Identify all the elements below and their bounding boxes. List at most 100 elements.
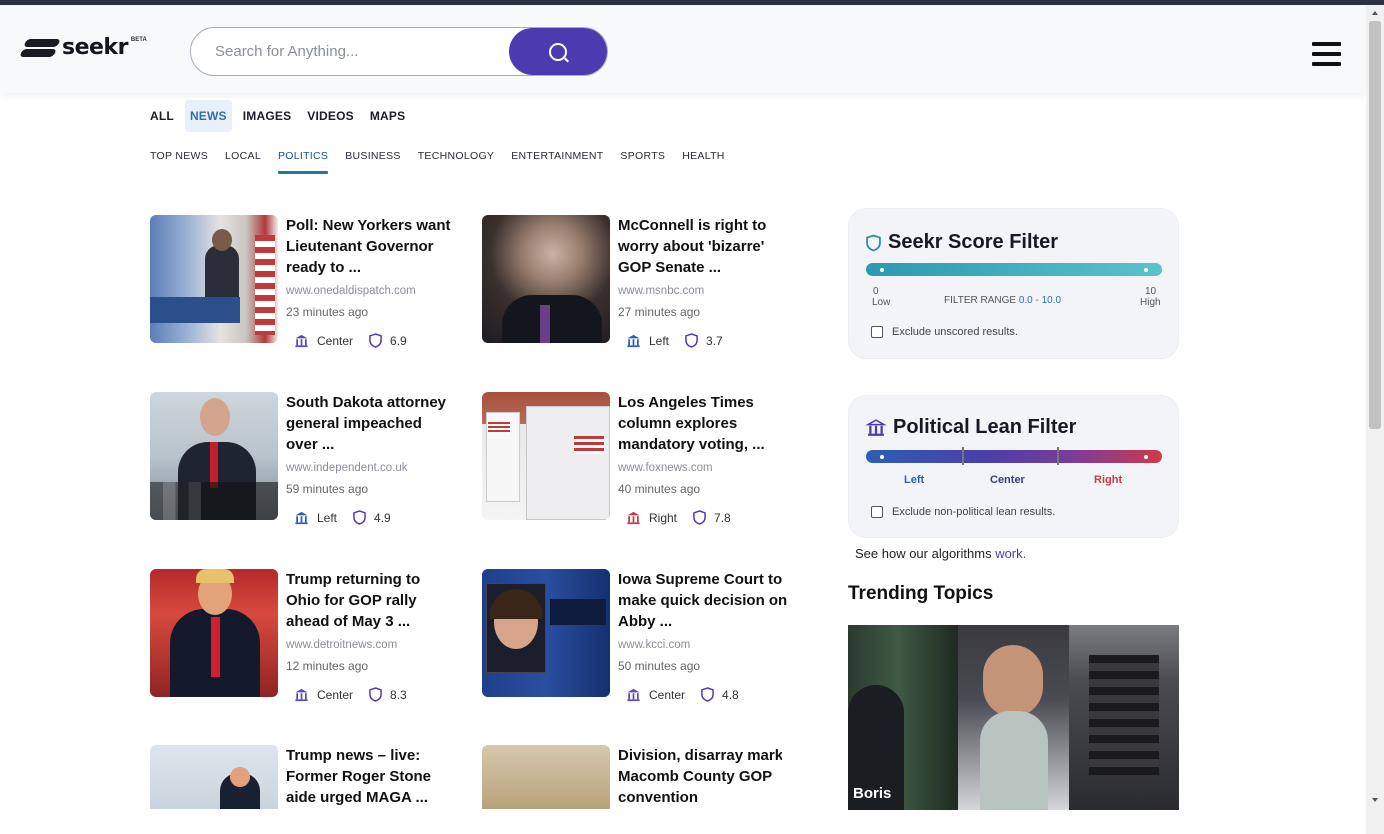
score-value: 4.8 xyxy=(722,687,739,702)
search-button[interactable] xyxy=(509,28,607,75)
article-thumbnail[interactable] xyxy=(482,392,610,520)
slider-handle-min[interactable] xyxy=(880,267,884,272)
news-card[interactable]: Division, disarray mark Macomb County GO… xyxy=(482,745,782,809)
bank-icon xyxy=(627,334,640,347)
trending-topics-carousel[interactable]: Boris xyxy=(848,625,1179,810)
logo-text: seekr xyxy=(62,35,128,60)
score-value: 8.3 xyxy=(390,687,407,702)
tab-images[interactable]: IMAGES xyxy=(238,100,297,132)
article-title[interactable]: Trump returning to Ohio for GOP rally ah… xyxy=(286,569,456,632)
article-thumbnail[interactable] xyxy=(482,569,610,697)
bank-icon xyxy=(295,511,308,524)
scroll-up-icon[interactable] xyxy=(1372,11,1378,15)
article-time: 12 minutes ago xyxy=(286,659,369,673)
lean-left-label: Left xyxy=(904,474,925,486)
shield-icon xyxy=(866,234,881,251)
news-card[interactable]: Iowa Supreme Court to make quick decisio… xyxy=(482,569,787,709)
shield-icon xyxy=(685,333,698,348)
bank-icon xyxy=(627,511,640,524)
subtab-entertainment[interactable]: ENTERTAINMENT xyxy=(511,150,603,174)
article-thumbnail[interactable] xyxy=(150,569,278,697)
article-source: www.msnbc.com xyxy=(618,285,705,297)
news-card[interactable]: Trump returning to Ohio for GOP rally ah… xyxy=(150,569,450,709)
trending-topic-card[interactable] xyxy=(1069,625,1179,810)
article-time: 23 minutes ago xyxy=(286,305,369,319)
news-card[interactable]: South Dakota attorney general impeached … xyxy=(150,392,450,532)
beta-badge: BETA xyxy=(130,37,147,43)
article-thumbnail[interactable] xyxy=(482,745,610,809)
scrollbar-thumb[interactable] xyxy=(1369,21,1381,429)
subtab-local[interactable]: LOCAL xyxy=(225,150,261,174)
slider-handle-min[interactable] xyxy=(880,454,884,459)
slider-handle-max[interactable] xyxy=(1144,454,1148,459)
score-range-slider[interactable] xyxy=(866,263,1162,276)
trending-topic-card[interactable]: Boris xyxy=(848,625,958,810)
shield-icon xyxy=(369,333,382,348)
article-thumbnail[interactable] xyxy=(150,745,278,809)
article-source: www.foxnews.com xyxy=(618,462,713,474)
news-card[interactable]: McConnell is right to worry about 'bizar… xyxy=(482,215,782,355)
lean-right-label: Right xyxy=(1094,474,1123,486)
subtab-top-news[interactable]: TOP NEWS xyxy=(150,150,208,174)
article-thumbnail[interactable] xyxy=(482,215,610,343)
lean-range-slider[interactable] xyxy=(866,447,1162,465)
subtab-business[interactable]: BUSINESS xyxy=(345,150,401,174)
tab-maps[interactable]: MAPS xyxy=(365,100,410,132)
article-thumbnail[interactable] xyxy=(150,215,278,343)
seekr-score-filter-panel: Seekr Score Filter 0 Low FILTER RANGE 0.… xyxy=(848,208,1179,359)
score-min-label: Low xyxy=(872,297,891,308)
search-input[interactable] xyxy=(215,28,515,75)
article-title[interactable]: Iowa Supreme Court to make quick decisio… xyxy=(618,569,788,632)
news-card[interactable]: Los Angeles Times column explores mandat… xyxy=(482,392,782,532)
score-value: 3.7 xyxy=(706,333,723,348)
news-category-tabs: TOP NEWS LOCAL POLITICS BUSINESS TECHNOL… xyxy=(150,150,742,174)
article-title[interactable]: Los Angeles Times column explores mandat… xyxy=(618,392,788,455)
article-time: 40 minutes ago xyxy=(618,482,701,496)
tab-videos[interactable]: VIDEOS xyxy=(302,100,359,132)
article-meta: Right 7.8 xyxy=(626,510,731,525)
slider-handle-max[interactable] xyxy=(1144,267,1148,272)
algorithms-note: See how our algorithms work. xyxy=(855,546,1027,561)
lean-label: Left xyxy=(649,333,670,348)
algorithms-link[interactable]: work. xyxy=(995,546,1026,561)
tab-news[interactable]: NEWS xyxy=(184,100,232,132)
article-title[interactable]: McConnell is right to worry about 'bizar… xyxy=(618,215,788,278)
article-source: www.kcci.com xyxy=(618,639,691,651)
scroll-down-icon[interactable] xyxy=(1372,798,1378,802)
exclude-non-political-row[interactable]: Exclude non-political lean results. xyxy=(871,506,1055,518)
subtab-sports[interactable]: SPORTS xyxy=(620,150,665,174)
subtab-politics[interactable]: POLITICS xyxy=(277,150,329,174)
tab-all[interactable]: ALL xyxy=(145,100,179,132)
political-lean-filter-panel: Political Lean Filter Left Center Right … xyxy=(848,395,1179,538)
trending-topic-card[interactable] xyxy=(958,625,1069,810)
subtab-technology[interactable]: TECHNOLOGY xyxy=(418,150,495,174)
exclude-unscored-checkbox[interactable] xyxy=(871,326,883,338)
trending-topics-heading: Trending Topics xyxy=(848,583,994,604)
news-card[interactable]: Trump news – live: Former Roger Stone ai… xyxy=(150,745,450,809)
vertical-scrollbar[interactable] xyxy=(1366,5,1384,834)
lean-label: Right xyxy=(649,510,678,525)
subtab-health[interactable]: HEALTH xyxy=(682,150,724,174)
article-title[interactable]: Trump news – live: Former Roger Stone ai… xyxy=(286,745,450,808)
hamburger-menu-icon[interactable] xyxy=(1312,42,1341,67)
lean-filter-title: Political Lean Filter xyxy=(866,416,1076,439)
exclude-unscored-row[interactable]: Exclude unscored results. xyxy=(871,326,1018,338)
lean-center-label: Center xyxy=(990,474,1025,486)
exclude-non-political-checkbox[interactable] xyxy=(871,506,883,518)
slider-divider xyxy=(962,447,964,465)
article-meta: Center 6.9 xyxy=(294,333,407,348)
lean-label: Center xyxy=(317,333,354,348)
article-title[interactable]: Poll: New Yorkers want Lieutenant Govern… xyxy=(286,215,456,278)
shield-icon xyxy=(693,510,706,525)
article-thumbnail[interactable] xyxy=(150,392,278,520)
seekr-logo[interactable]: seekr BETA xyxy=(19,35,147,60)
site-header: seekr BETA xyxy=(0,5,1366,93)
article-source: www.independent.co.uk xyxy=(286,462,408,474)
article-title[interactable]: Division, disarray mark Macomb County GO… xyxy=(618,745,782,808)
article-title[interactable]: South Dakota attorney general impeached … xyxy=(286,392,456,455)
lean-label: Center xyxy=(317,687,354,702)
article-time: 50 minutes ago xyxy=(618,659,701,673)
news-card[interactable]: Poll: New Yorkers want Lieutenant Govern… xyxy=(150,215,451,355)
article-time: 27 minutes ago xyxy=(618,305,701,319)
trending-topic-label: Boris xyxy=(853,785,892,802)
